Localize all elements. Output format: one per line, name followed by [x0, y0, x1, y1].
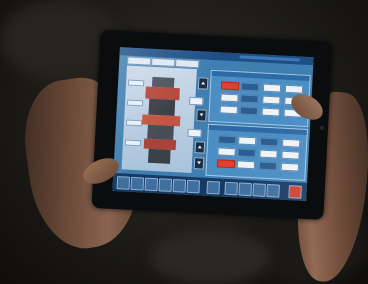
arrow-down-button[interactable] [196, 109, 207, 122]
toolbar-button[interactable] [266, 183, 280, 198]
toolbar-button[interactable] [130, 176, 145, 191]
status-cell[interactable] [218, 135, 237, 145]
toolbar-button[interactable] [116, 176, 131, 190]
toolbar-button[interactable] [158, 178, 173, 192]
panel-header [208, 124, 307, 135]
arrow-up-button[interactable] [194, 141, 206, 154]
status-cell[interactable] [240, 94, 259, 104]
toolbar-button[interactable] [172, 179, 187, 193]
value-cell[interactable] [284, 84, 304, 94]
side-label [127, 79, 145, 87]
value-cell[interactable] [220, 93, 239, 103]
value-cell[interactable] [259, 149, 278, 159]
value-cell[interactable] [280, 162, 300, 172]
arrow-up-button[interactable] [197, 77, 209, 90]
tablet-camera-dot [319, 125, 325, 130]
machine-diagram-panel [121, 65, 197, 173]
stop-button[interactable] [288, 185, 302, 199]
toolbar-button[interactable] [252, 183, 266, 197]
machine-part [147, 148, 171, 164]
value-cell[interactable] [238, 136, 257, 146]
arrow-down-button[interactable] [193, 157, 205, 170]
status-cell-alert[interactable] [216, 159, 236, 169]
value-cell[interactable] [219, 105, 239, 115]
status-cell-alert[interactable] [220, 81, 240, 91]
status-cell[interactable] [237, 148, 256, 158]
side-label [124, 139, 142, 147]
status-cell[interactable] [240, 82, 260, 92]
machine-part [147, 124, 174, 140]
machine-part [148, 98, 176, 117]
value-cell[interactable] [236, 160, 256, 170]
panel-header [211, 70, 310, 82]
tab[interactable] [127, 56, 152, 66]
photo-scene [0, 0, 368, 284]
status-cell[interactable] [258, 161, 278, 171]
value-box[interactable] [189, 96, 204, 106]
toolbar-button[interactable] [206, 180, 221, 195]
value-box[interactable] [187, 128, 202, 138]
header-title-bar [239, 55, 300, 62]
tablet-device [91, 30, 333, 220]
toolbar-button[interactable] [144, 177, 159, 192]
machine-illustration [140, 76, 183, 166]
value-cell[interactable] [281, 150, 300, 160]
value-cell[interactable] [281, 138, 301, 148]
toolbar-button[interactable] [186, 179, 201, 194]
value-cell[interactable] [262, 83, 282, 93]
value-cell[interactable] [217, 147, 236, 157]
tab[interactable] [174, 58, 200, 69]
toolbar-button[interactable] [238, 182, 253, 197]
background-floor [150, 230, 270, 284]
side-label [126, 99, 144, 107]
toolbar-button[interactable] [224, 181, 239, 196]
tablet-screen[interactable] [112, 47, 314, 202]
side-label [125, 119, 143, 127]
status-cell[interactable] [259, 137, 279, 147]
data-panel-lower [205, 123, 308, 181]
value-cell[interactable] [261, 107, 280, 117]
tab[interactable] [151, 57, 176, 67]
status-cell[interactable] [239, 106, 258, 116]
value-cell[interactable] [262, 95, 281, 105]
